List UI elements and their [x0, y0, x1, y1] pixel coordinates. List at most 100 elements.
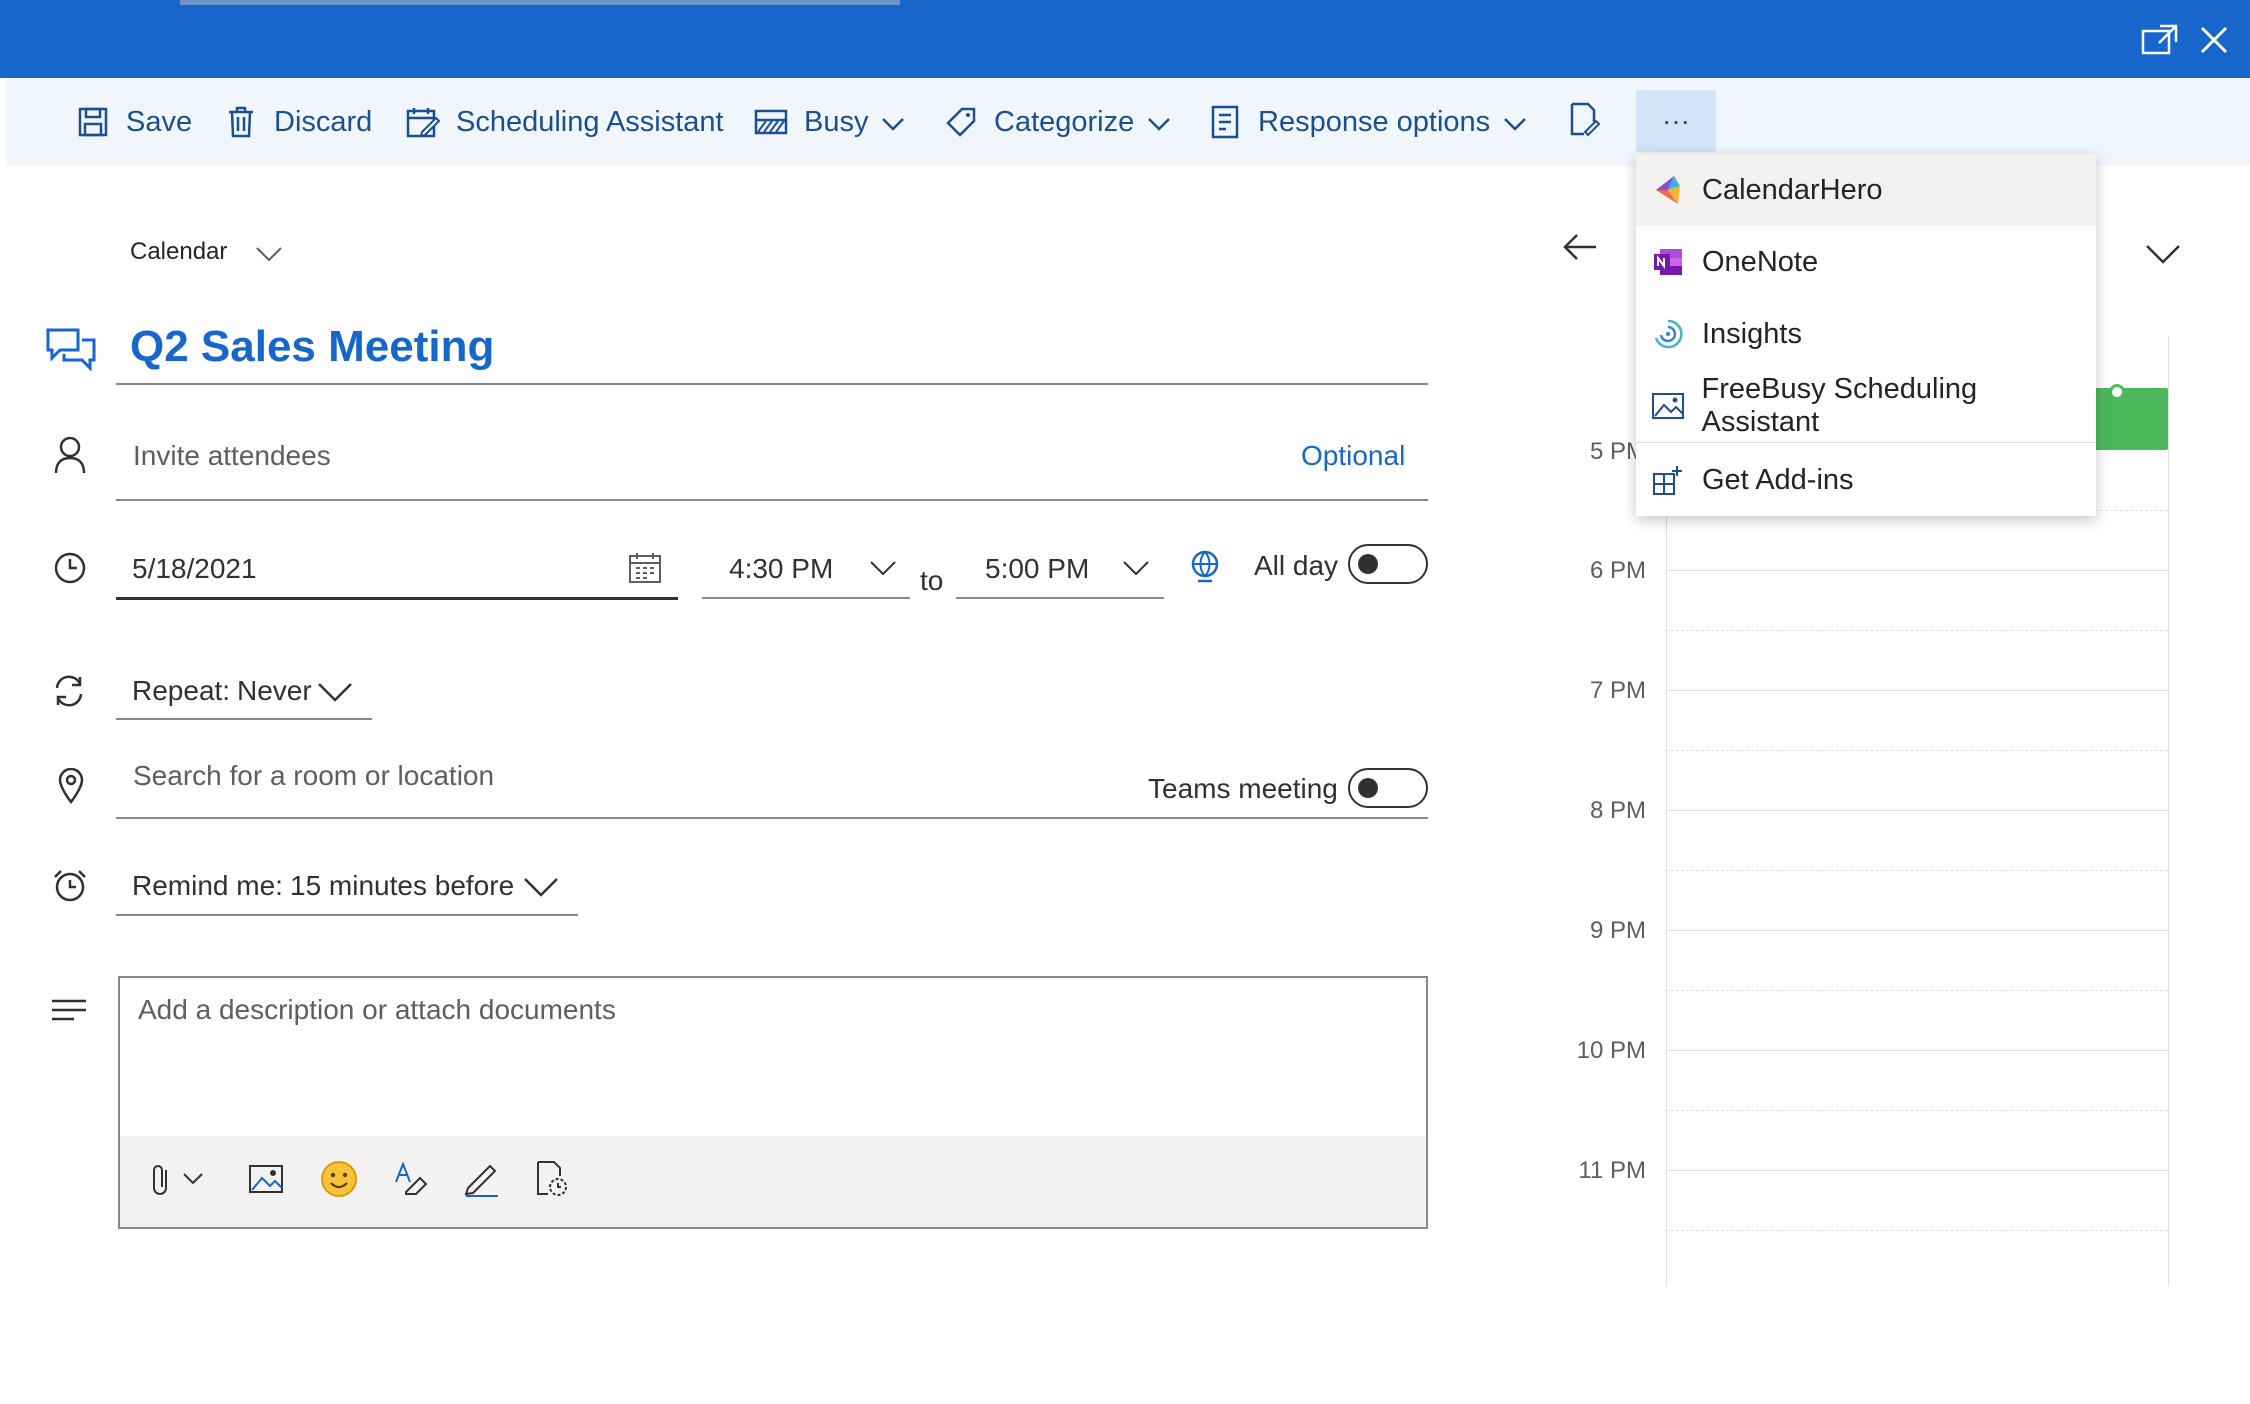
response-options-dropdown[interactable]: Response options: [1208, 100, 1527, 144]
end-time-dropdown[interactable]: 5:00 PM: [985, 553, 1089, 585]
discard-label: Discard: [274, 105, 373, 138]
schedule-document-icon[interactable]: [534, 1160, 570, 1203]
date-underline: [116, 597, 678, 600]
calendarhero-icon: [1650, 172, 1686, 208]
save-button[interactable]: Save: [76, 100, 192, 144]
more-options-button[interactable]: ···: [1636, 90, 1716, 152]
repeat-label: Repeat:: [132, 675, 231, 706]
signature-pen-icon[interactable]: [462, 1160, 502, 1203]
chevron-down-icon[interactable]: [2146, 244, 2180, 269]
more-options-label: ···: [1662, 105, 1690, 136]
menu-item-get-add-ins[interactable]: Get Add-ins: [1636, 444, 2096, 516]
menu-item-label: OneNote: [1702, 245, 1819, 278]
alarm-clock-icon: [52, 868, 88, 909]
to-label: to: [920, 565, 944, 596]
insights-icon: [1650, 316, 1686, 352]
time-zone-icon[interactable]: [1188, 548, 1222, 589]
all-day-toggle[interactable]: [1348, 544, 1428, 584]
categorize-dropdown[interactable]: Categorize: [944, 100, 1171, 144]
chevron-down-icon[interactable]: [524, 877, 558, 902]
chevron-down-icon[interactable]: [256, 246, 282, 267]
insert-picture-icon[interactable]: [248, 1164, 284, 1199]
chevron-down-icon: [1504, 106, 1527, 139]
add-ins-icon: [1650, 462, 1686, 498]
chevron-down-icon[interactable]: [182, 1172, 204, 1191]
chevron-down-icon[interactable]: [1123, 560, 1149, 581]
repeat-icon: [52, 674, 86, 713]
hour-line: [1666, 1170, 2168, 1171]
half-hour-line: [1666, 630, 2168, 631]
optional-attendees-link[interactable]: Optional: [1301, 440, 1405, 472]
invite-attendees-input[interactable]: Invite attendees: [133, 440, 331, 472]
time-label: 5 PM: [1589, 438, 1646, 465]
freebusy-icon: [1650, 388, 1686, 424]
location-search-input[interactable]: Search for a room or location: [133, 760, 494, 792]
chevron-down-icon[interactable]: [870, 560, 896, 581]
more-options-menu: CalendarHero OneNote Insights FreeBusy S…: [1636, 154, 2096, 516]
format-text-icon[interactable]: [392, 1160, 430, 1203]
toggle-knob: [1358, 554, 1378, 574]
day-column-right-border: [2168, 336, 2169, 1286]
calendar-selector-label[interactable]: Calendar: [130, 238, 227, 266]
pop-out-icon[interactable]: [2140, 22, 2180, 58]
description-format-toolbar: [120, 1136, 1426, 1227]
remind-label: Remind me:: [132, 870, 283, 901]
teams-meeting-label: Teams meeting: [1148, 773, 1338, 804]
discard-button[interactable]: Discard: [224, 100, 372, 144]
time-label: 8 PM: [1589, 797, 1646, 824]
remind-underline: [116, 914, 578, 916]
scheduling-assistant-label: Scheduling Assistant: [456, 105, 724, 138]
time-label: 10 PM: [1576, 1037, 1646, 1064]
repeat-underline: [116, 718, 372, 720]
title-bar-highlight: [180, 0, 900, 5]
start-date-input[interactable]: 5/18/2021: [132, 553, 257, 585]
menu-separator: [1636, 442, 2096, 443]
menu-item-freebusy[interactable]: FreeBusy Scheduling Assistant: [1636, 370, 2096, 442]
dictate-note-button[interactable]: [1568, 102, 1602, 138]
event-resize-handle[interactable]: [2109, 384, 2125, 400]
trash-icon: [224, 105, 258, 139]
repeat-dropdown[interactable]: Never: [237, 675, 312, 707]
attach-paperclip-icon[interactable]: [150, 1162, 172, 1203]
chevron-down-icon: [882, 106, 905, 139]
person-icon: [54, 436, 86, 479]
start-time-dropdown[interactable]: 4:30 PM: [729, 553, 833, 585]
chevron-down-icon: [1148, 106, 1171, 139]
show-as-dropdown[interactable]: Busy: [754, 100, 905, 144]
chevron-down-icon[interactable]: [318, 682, 352, 707]
teams-meeting-toggle[interactable]: [1348, 768, 1428, 808]
all-day-label: All day: [1254, 550, 1339, 581]
time-label: 11 PM: [1578, 1157, 1646, 1184]
menu-item-onenote[interactable]: OneNote: [1636, 226, 2096, 298]
menu-item-label: Get Add-ins: [1702, 463, 1854, 496]
back-arrow-icon[interactable]: [1562, 232, 1598, 267]
event-title-input[interactable]: Q2 Sales Meeting: [130, 322, 494, 372]
save-icon: [76, 105, 110, 139]
categorize-label: Categorize: [994, 105, 1135, 138]
menu-item-label: Insights: [1702, 317, 1802, 350]
half-hour-line: [1666, 750, 2168, 751]
toggle-knob: [1358, 778, 1378, 798]
menu-item-calendarhero[interactable]: CalendarHero: [1636, 154, 2096, 226]
attendees-underline: [116, 499, 1428, 501]
hour-line: [1666, 930, 2168, 931]
end-time-underline: [956, 597, 1164, 599]
location-underline: [116, 817, 1428, 819]
emoji-icon[interactable]: [320, 1160, 358, 1203]
scheduling-assistant-button[interactable]: Scheduling Assistant: [406, 100, 724, 144]
half-hour-line: [1666, 1110, 2168, 1111]
menu-item-insights[interactable]: Insights: [1636, 298, 2096, 370]
response-options-icon: [1208, 105, 1242, 139]
time-label: 9 PM: [1589, 917, 1646, 944]
half-hour-line: [1666, 870, 2168, 871]
half-hour-line: [1666, 1230, 2168, 1231]
menu-item-label: CalendarHero: [1702, 173, 1883, 206]
window-title-bar: [0, 0, 2250, 78]
clock-icon: [54, 552, 86, 589]
location-pin-icon: [58, 767, 84, 809]
date-picker-icon[interactable]: [628, 552, 662, 589]
remind-dropdown[interactable]: 15 minutes before: [290, 870, 514, 902]
hour-line: [1666, 810, 2168, 811]
close-icon[interactable]: [2198, 24, 2230, 56]
half-hour-line: [1666, 990, 2168, 991]
